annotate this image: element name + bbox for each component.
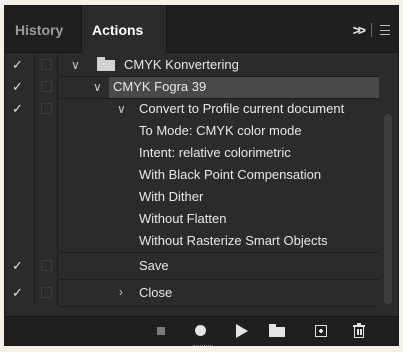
command-row[interactable]: ✓ ∨ Convert to Profile current document: [5, 98, 379, 120]
command-detail-label: With Black Point Compensation: [139, 167, 322, 182]
play-icon[interactable]: [233, 323, 249, 339]
dialog-toggle-box[interactable]: [41, 103, 52, 114]
record-icon[interactable]: [193, 323, 209, 339]
empty-cell: [5, 186, 35, 208]
tab-history[interactable]: History: [5, 6, 81, 52]
panel-controls: >>: [353, 22, 390, 38]
empty-cell: [36, 120, 58, 142]
command-detail-label: Without Flatten: [139, 211, 227, 226]
delete-icon[interactable]: [351, 323, 367, 339]
toggle-item-cell[interactable]: ✓: [5, 98, 35, 120]
empty-cell: [5, 120, 35, 142]
empty-cell: [36, 230, 58, 252]
command-label: Convert to Profile current document: [139, 101, 345, 116]
row-content[interactable]: ∨ CMYK Konvertering: [59, 54, 379, 77]
checkmark-icon[interactable]: ✓: [12, 76, 23, 98]
command-detail-label: With Dither: [139, 189, 204, 204]
dialog-toggle-box[interactable]: [41, 81, 52, 92]
empty-cell: [36, 186, 58, 208]
command-detail-row: With Dither: [5, 186, 379, 208]
toggle-item-cell[interactable]: ✓: [5, 252, 35, 279]
row-content[interactable]: › Close: [59, 279, 379, 307]
toggle-dialog-cell[interactable]: [36, 54, 58, 76]
checkmark-icon[interactable]: ✓: [12, 279, 23, 306]
command-detail-row: To Mode: CMYK color mode: [5, 120, 379, 142]
toggle-item-cell[interactable]: ✓: [5, 279, 35, 306]
tab-actions[interactable]: Actions: [81, 6, 167, 53]
row-content[interactable]: ∨ CMYK Fogra 39: [59, 76, 379, 99]
toggle-dialog-cell[interactable]: [36, 76, 58, 98]
command-label: Save: [139, 258, 169, 273]
action-set-label: CMYK Konvertering: [124, 57, 239, 72]
collapse-panel-icon[interactable]: >>: [353, 22, 366, 38]
toggle-item-cell[interactable]: ✓: [5, 54, 35, 76]
empty-cell: [36, 164, 58, 186]
empty-cell: [5, 208, 35, 230]
stop-icon[interactable]: [153, 323, 169, 339]
command-detail-row: Without Flatten: [5, 208, 379, 230]
empty-cell: [5, 142, 35, 164]
actions-list: ✓ ∨ CMYK Konvertering ✓ ∨ CMYK Fogra 39 …: [5, 54, 379, 307]
dialog-toggle-box[interactable]: [41, 287, 52, 298]
scrollbar[interactable]: [384, 54, 392, 314]
empty-cell: [5, 164, 35, 186]
dialog-toggle-box[interactable]: [41, 59, 52, 70]
action-row[interactable]: ✓ ∨ CMYK Fogra 39: [5, 76, 379, 99]
folder-icon: [97, 57, 115, 71]
command-detail-label: To Mode: CMYK color mode: [139, 123, 302, 138]
command-row-save[interactable]: ✓ Save: [5, 252, 379, 280]
empty-cell: [36, 142, 58, 164]
command-detail-row: Intent: relative colorimetric: [5, 142, 379, 164]
toggle-dialog-cell[interactable]: [36, 252, 58, 279]
dialog-toggle-box[interactable]: [41, 260, 52, 271]
toggle-dialog-cell[interactable]: [36, 98, 58, 120]
chevron-down-icon[interactable]: ∨: [71, 54, 80, 76]
action-set-row[interactable]: ✓ ∨ CMYK Konvertering: [5, 54, 379, 77]
command-detail-row: With Black Point Compensation: [5, 164, 379, 186]
chevron-down-icon[interactable]: ∨: [117, 98, 126, 120]
command-label: Close: [139, 285, 173, 300]
command-detail-label: Intent: relative colorimetric: [139, 145, 291, 160]
divider: [371, 23, 372, 37]
checkmark-icon[interactable]: ✓: [12, 98, 23, 120]
actions-panel: History Actions >> ✓ ∨ CMYK Konvertering…: [4, 5, 399, 346]
command-detail-row: Without Rasterize Smart Objects: [5, 230, 379, 253]
resize-grip[interactable]: [193, 345, 213, 349]
panel-menu-icon[interactable]: [380, 25, 390, 35]
checkmark-icon[interactable]: ✓: [12, 54, 23, 76]
row-content[interactable]: ∨ Convert to Profile current document: [59, 98, 379, 120]
panel-footer: [5, 316, 398, 346]
new-action-icon[interactable]: [313, 323, 329, 339]
new-set-icon[interactable]: [269, 323, 285, 339]
command-row-close[interactable]: ✓ › Close: [5, 279, 379, 307]
toggle-item-cell[interactable]: ✓: [5, 76, 35, 98]
scrollbar-thumb[interactable]: [384, 114, 392, 304]
row-content[interactable]: Save: [59, 252, 379, 280]
panel-tab-bar: History Actions >>: [5, 6, 398, 53]
chevron-down-icon[interactable]: ∨: [93, 76, 102, 98]
empty-cell: [36, 208, 58, 230]
command-detail-label: Without Rasterize Smart Objects: [139, 233, 328, 248]
toggle-dialog-cell[interactable]: [36, 279, 58, 306]
chevron-right-icon[interactable]: ›: [119, 279, 123, 306]
checkmark-icon[interactable]: ✓: [12, 252, 23, 279]
action-label: CMYK Fogra 39: [113, 79, 207, 94]
empty-cell: [5, 230, 35, 252]
